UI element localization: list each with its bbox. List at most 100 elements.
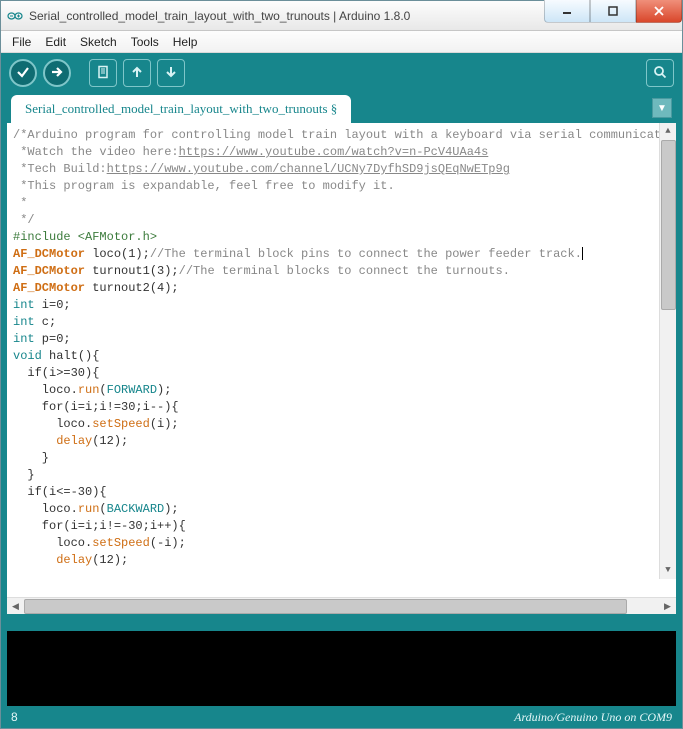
- vertical-scrollbar[interactable]: ▲ ▼: [659, 123, 676, 579]
- code-t: delay: [56, 553, 92, 567]
- menu-sketch[interactable]: Sketch: [73, 33, 124, 51]
- code-t: [13, 434, 56, 448]
- close-button[interactable]: [636, 0, 682, 23]
- code-t: int: [13, 298, 35, 312]
- arrow-up-icon: [130, 65, 144, 82]
- upload-button[interactable]: [43, 59, 71, 87]
- code-t: //The terminal block pins to connect the…: [150, 247, 582, 261]
- code-t: (12);: [92, 553, 128, 567]
- code-line: for(i=i;i!=-30;i++){: [13, 519, 186, 533]
- code-t: delay: [56, 434, 92, 448]
- code-t: (-i);: [150, 536, 186, 550]
- code-t: turnout2(4);: [85, 281, 179, 295]
- code-link[interactable]: https://www.youtube.com/channel/UCNy7Dyf…: [107, 162, 510, 176]
- code-t: (: [99, 502, 106, 516]
- tabbar: Serial_controlled_model_train_layout_wit…: [1, 93, 682, 123]
- menu-help[interactable]: Help: [166, 33, 205, 51]
- window-title: Serial_controlled_model_train_layout_wit…: [29, 9, 544, 23]
- code-t: AF_DCMotor: [13, 281, 85, 295]
- open-sketch-button[interactable]: [123, 59, 151, 87]
- code-t: FORWARD: [107, 383, 157, 397]
- status-board: Arduino/Genuino Uno on COM9: [514, 710, 672, 725]
- console-output[interactable]: [1, 631, 682, 706]
- maximize-button[interactable]: [590, 0, 636, 23]
- serial-monitor-button[interactable]: [646, 59, 674, 87]
- scroll-down-icon[interactable]: ▼: [660, 562, 677, 579]
- code-t: run: [78, 383, 100, 397]
- file-icon: [96, 65, 110, 82]
- chevron-down-icon: ▼: [657, 103, 667, 114]
- code-t: //The terminal blocks to connect the tur…: [179, 264, 510, 278]
- code-t: <AFMotor.h>: [71, 230, 157, 244]
- scrollbar-thumb[interactable]: [24, 599, 627, 614]
- code-line: /*Arduino program for controlling model …: [13, 128, 676, 142]
- code-t: c;: [35, 315, 57, 329]
- code-t: loco.: [13, 502, 78, 516]
- code-t: loco.: [13, 536, 92, 550]
- check-icon: [16, 65, 30, 82]
- titlebar[interactable]: Serial_controlled_model_train_layout_wit…: [1, 1, 682, 31]
- code-t: i=0;: [35, 298, 71, 312]
- tab-label: Serial_controlled_model_train_layout_wit…: [25, 101, 337, 116]
- scrollbar-thumb[interactable]: [661, 140, 676, 310]
- code-line: for(i=i;i!=30;i--){: [13, 400, 179, 414]
- code-t: loco.: [13, 383, 78, 397]
- code-t: void: [13, 349, 42, 363]
- arrow-down-icon: [164, 65, 178, 82]
- code-line: *Tech Build:: [13, 162, 107, 176]
- scroll-right-icon[interactable]: ▶: [659, 598, 676, 615]
- editor-area: /*Arduino program for controlling model …: [1, 123, 682, 614]
- code-t: #include: [13, 230, 71, 244]
- code-t: [13, 553, 56, 567]
- code-t: (12);: [92, 434, 128, 448]
- message-bar: [1, 614, 682, 631]
- window-controls: [544, 1, 682, 30]
- code-line: }: [13, 451, 49, 465]
- code-t: (i);: [150, 417, 179, 431]
- code-t: int: [13, 332, 35, 346]
- code-t: int: [13, 315, 35, 329]
- app-window: Serial_controlled_model_train_layout_wit…: [0, 0, 683, 729]
- scroll-left-icon[interactable]: ◀: [7, 598, 24, 615]
- menu-file[interactable]: File: [5, 33, 38, 51]
- code-line: if(i<=-30){: [13, 485, 107, 499]
- sketch-tab[interactable]: Serial_controlled_model_train_layout_wit…: [11, 95, 351, 123]
- text-cursor: [582, 247, 583, 260]
- status-line-number: 8: [11, 710, 18, 724]
- menubar: File Edit Sketch Tools Help: [1, 31, 682, 53]
- code-t: (: [99, 383, 106, 397]
- code-t: turnout1(3);: [85, 264, 179, 278]
- code-line: *: [13, 196, 27, 210]
- toolbar: [1, 53, 682, 93]
- arduino-logo-icon: [7, 8, 23, 24]
- menu-edit[interactable]: Edit: [38, 33, 73, 51]
- verify-button[interactable]: [9, 59, 37, 87]
- code-t: AF_DCMotor: [13, 247, 85, 261]
- statusbar: 8 Arduino/Genuino Uno on COM9: [1, 706, 682, 728]
- arrow-right-icon: [50, 65, 64, 82]
- code-t: loco.: [13, 417, 92, 431]
- code-line: *This program is expandable, feel free t…: [13, 179, 395, 193]
- code-t: AF_DCMotor: [13, 264, 85, 278]
- tab-menu-button[interactable]: ▼: [652, 98, 672, 118]
- code-line: }: [13, 468, 35, 482]
- horizontal-scrollbar[interactable]: ◀ ▶: [7, 597, 676, 614]
- code-line: if(i>=30){: [13, 366, 99, 380]
- code-link[interactable]: https://www.youtube.com/watch?v=n-PcV4UA…: [179, 145, 489, 159]
- code-t: p=0;: [35, 332, 71, 346]
- menu-tools[interactable]: Tools: [124, 33, 166, 51]
- code-t: run: [78, 502, 100, 516]
- code-t: setSpeed: [92, 536, 150, 550]
- new-sketch-button[interactable]: [89, 59, 117, 87]
- minimize-button[interactable]: [544, 0, 590, 23]
- scroll-up-icon[interactable]: ▲: [660, 123, 677, 140]
- code-editor[interactable]: /*Arduino program for controlling model …: [7, 123, 676, 597]
- code-t: );: [164, 502, 178, 516]
- code-line: *Watch the video here:: [13, 145, 179, 159]
- code-line: */: [13, 213, 35, 227]
- serial-monitor-icon: [653, 65, 667, 82]
- code-t: loco(1);: [85, 247, 150, 261]
- save-sketch-button[interactable]: [157, 59, 185, 87]
- code-t: halt(){: [42, 349, 100, 363]
- code-t: BACKWARD: [107, 502, 165, 516]
